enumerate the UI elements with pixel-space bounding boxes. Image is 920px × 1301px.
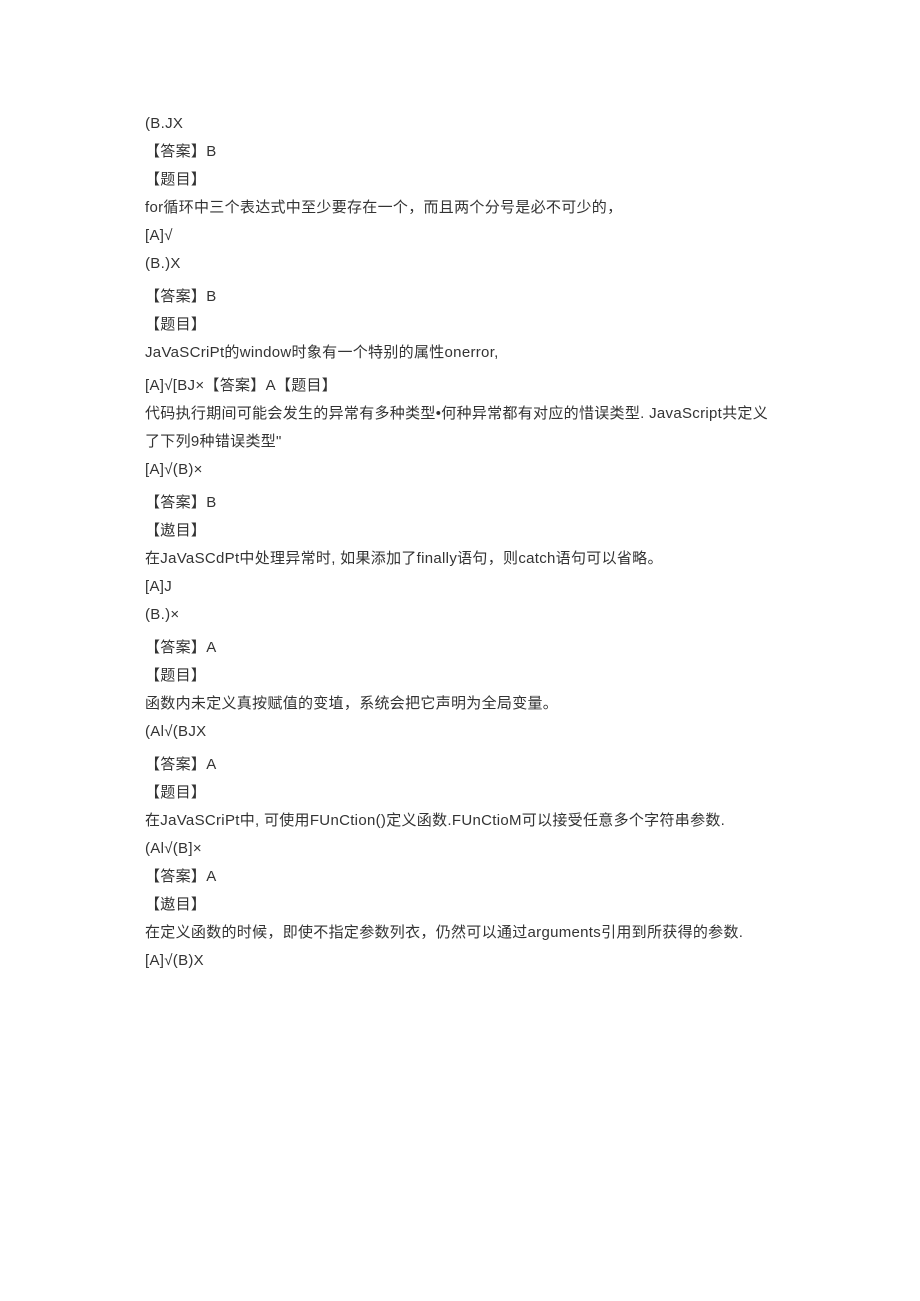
text-line: (Al√(BJX	[145, 718, 780, 746]
text-line: 【题目】	[145, 166, 780, 194]
text-line: 【答案】A	[145, 863, 780, 891]
text-line: (B.)X	[145, 250, 780, 278]
text-line: 【题目】	[145, 662, 780, 690]
text-line: 【答案】B	[145, 283, 780, 311]
text-line: 在JaVaSCdPt中处理异常时, 如果添加了finally语句，则catch语…	[145, 545, 780, 573]
text-line: for循环中三个表达式中至少要存在一个，而且两个分号是必不可少的，	[145, 194, 780, 222]
text-line: 【遨目】	[145, 891, 780, 919]
text-line: 【题目】	[145, 311, 780, 339]
text-line: 在JaVaSCriPt中, 可使用FUnCtion()定义函数.FUnCtioM…	[145, 807, 780, 863]
text-line: [A]√[BJ×【答案】A【题目】	[145, 372, 780, 400]
text-line: 【题目】	[145, 779, 780, 807]
text-line: 【遨目】	[145, 517, 780, 545]
text-line: 【答案】A	[145, 751, 780, 779]
text-line: 代码执行期间可能会发生的异常有多种类型•何种异常都有对应的惜误类型. JavaS…	[145, 400, 780, 456]
text-line: [A]√	[145, 222, 780, 250]
text-line: 【答案】B	[145, 489, 780, 517]
text-line: [A]√(B)×	[145, 456, 780, 484]
text-line: 函数内未定义真按赋值的变埴，系统会把它声明为全局变量。	[145, 690, 780, 718]
text-line: 在定义函数的时候，即使不指定参数列衣，仍然可以通过arguments引用到所获得…	[145, 919, 780, 975]
text-line: (B.JX	[145, 110, 780, 138]
text-line: JaVaSCriPt的window时象有一个特别的属性onerror,	[145, 339, 780, 367]
text-line: 【答案】A	[145, 634, 780, 662]
text-line: (B.)×	[145, 601, 780, 629]
text-line: 【答案】B	[145, 138, 780, 166]
document-page: (B.JX 【答案】B 【题目】 for循环中三个表达式中至少要存在一个，而且两…	[0, 0, 920, 1301]
text-line: [A]J	[145, 573, 780, 601]
